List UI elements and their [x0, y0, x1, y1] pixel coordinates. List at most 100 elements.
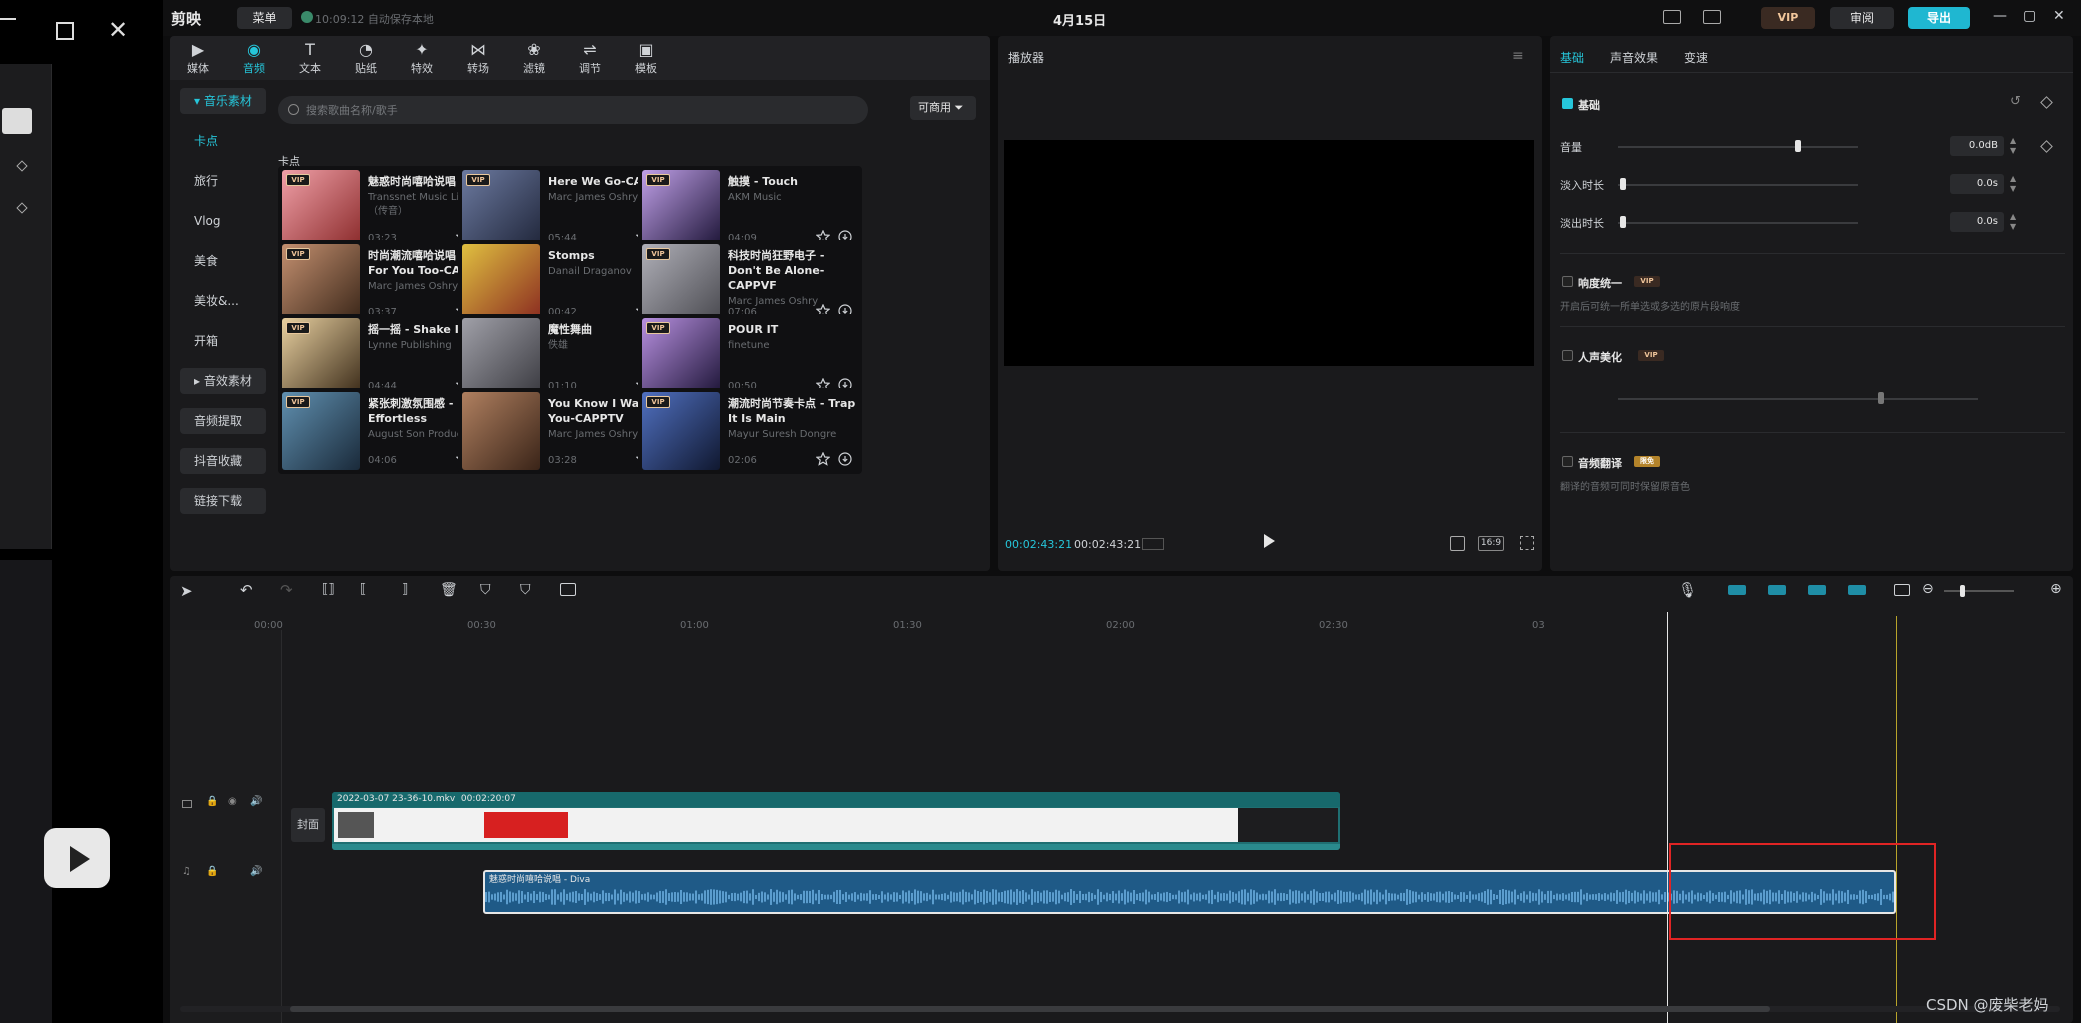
search-input[interactable]: [306, 96, 846, 124]
sidebar-item-music[interactable]: ▾ 音乐素材: [180, 88, 266, 114]
vip-button[interactable]: VIP: [1761, 7, 1815, 29]
redo-icon[interactable]: ↷: [280, 581, 293, 599]
tab-adjust[interactable]: ⇌ 调节: [562, 40, 618, 76]
volume-knob[interactable]: [1795, 140, 1801, 152]
preview-screen[interactable]: [1004, 140, 1534, 366]
trim-right-icon[interactable]: ⟧: [402, 582, 408, 597]
timecode-mode-icon[interactable]: [1142, 538, 1164, 550]
voice-slider[interactable]: [1618, 398, 1978, 400]
review-button[interactable]: 审阅: [1830, 7, 1894, 29]
zoom-out-icon[interactable]: ⊖: [1922, 581, 1934, 597]
tab-basic[interactable]: 基础: [1560, 49, 1584, 66]
minimize-icon[interactable]: [0, 18, 16, 20]
tab-audio[interactable]: ◉ 音频: [226, 40, 282, 76]
zoom-in-icon[interactable]: ⊕: [2050, 581, 2062, 597]
snap-icon[interactable]: [1728, 585, 1746, 595]
export-button[interactable]: 导出: [1908, 7, 1970, 29]
download-icon[interactable]: [838, 452, 852, 466]
sidebar-item-beauty[interactable]: 美妆&...: [180, 288, 266, 314]
sidebar-item-extract[interactable]: 音频提取: [180, 408, 266, 434]
fadein-value[interactable]: 0.0s: [1950, 174, 2004, 194]
video-clip[interactable]: 2022-03-07 23-36-10.mkv 00:02:20:07: [332, 792, 1340, 850]
microphone-icon[interactable]: 🎙: [1678, 581, 1697, 599]
stepper-icon[interactable]: ▲ ▼: [2010, 212, 2016, 232]
sidebar-item-food[interactable]: 美食: [180, 248, 266, 274]
preview-axis-icon[interactable]: [1808, 585, 1826, 595]
select-tool-icon[interactable]: ➤: [180, 582, 193, 600]
fullscreen-icon[interactable]: [1520, 536, 1534, 550]
tab-transition[interactable]: ⋈ 转场: [450, 40, 506, 76]
playhead[interactable]: [1667, 612, 1668, 1023]
fadein-slider[interactable]: [1618, 184, 1858, 186]
music-search[interactable]: [278, 96, 868, 124]
minimize-icon[interactable]: —: [1993, 8, 2007, 24]
cover-button[interactable]: 封面: [291, 808, 325, 842]
scroll-thumb[interactable]: [290, 1006, 1770, 1012]
layout-icon[interactable]: [1703, 10, 1721, 24]
sidebar-item-travel[interactable]: 旅行: [180, 168, 266, 194]
loudness-checkbox[interactable]: [1562, 276, 1573, 287]
zoom-icon[interactable]: [1450, 536, 1465, 551]
tab-template[interactable]: ▣ 模板: [618, 40, 674, 76]
keyframe-icon[interactable]: [2040, 96, 2053, 109]
maximize-icon[interactable]: ▢: [2023, 8, 2036, 24]
favorite-icon[interactable]: [816, 452, 830, 466]
voice-knob[interactable]: [1878, 392, 1884, 404]
tab-media[interactable]: ▶ 媒体: [170, 40, 226, 76]
translate-checkbox[interactable]: [1562, 456, 1573, 467]
volume-slider[interactable]: [1618, 146, 1858, 148]
link-icon[interactable]: [1768, 585, 1786, 595]
speaker-icon[interactable]: 🔊: [250, 796, 262, 807]
tab-effect[interactable]: ✦ 特效: [394, 40, 450, 76]
stepper-icon[interactable]: ▲ ▼: [2010, 174, 2016, 194]
commercial-filter[interactable]: 可商用 ⏷: [910, 96, 976, 120]
trim-left-icon[interactable]: ⟦: [360, 582, 366, 597]
keyframe-icon[interactable]: [16, 202, 28, 214]
split-icon[interactable]: ⟦⟧: [322, 582, 335, 597]
close-icon[interactable]: ✕: [108, 18, 128, 42]
tab-sticker[interactable]: ◔ 贴纸: [338, 40, 394, 76]
menu-icon[interactable]: ≡: [1512, 48, 1524, 64]
track-card[interactable]: VIP 潮流时尚节奏卡点 - Trap It Is Main Mayur Sures…: [638, 388, 862, 474]
marker-icon[interactable]: ⛉: [480, 582, 491, 598]
keyframe-icon[interactable]: [2040, 140, 2053, 153]
volume-value[interactable]: 0.0dB: [1950, 136, 2004, 156]
keyframe-icon[interactable]: [16, 160, 28, 172]
tab-sound-effect[interactable]: 声音效果: [1610, 49, 1658, 66]
delete-icon[interactable]: 🗑: [440, 582, 458, 598]
voice-checkbox[interactable]: [1562, 350, 1573, 361]
lock-icon[interactable]: 🔒: [206, 796, 218, 807]
speaker-icon[interactable]: 🔊: [250, 866, 262, 877]
sidebar-item-douyin[interactable]: 抖音收藏: [180, 448, 266, 474]
basic-checkbox[interactable]: [1562, 98, 1573, 109]
time-ruler[interactable]: 00:00 00:30 01:00 01:30 02:00 02:30 03: [170, 606, 2073, 631]
sidebar-item-kadian[interactable]: 卡点: [180, 128, 266, 154]
shield-icon[interactable]: ⛉: [520, 582, 531, 598]
h-scrollbar[interactable]: [180, 1006, 2060, 1012]
sidebar-item-link[interactable]: 链接下载: [180, 488, 266, 514]
subtitle-icon[interactable]: [1894, 584, 1910, 596]
tab-filter[interactable]: ❀ 滤镜: [506, 40, 562, 76]
stepper-icon[interactable]: ▲ ▼: [2010, 136, 2016, 156]
fadein-knob[interactable]: [1620, 178, 1626, 190]
eye-icon[interactable]: ◉: [228, 796, 237, 807]
lock-icon[interactable]: 🔒: [206, 866, 218, 877]
zoom-knob[interactable]: [1960, 585, 1965, 597]
sidebar-item-unbox[interactable]: 开箱: [180, 328, 266, 354]
sidebar-item-sfx[interactable]: ▸ 音效素材: [180, 368, 266, 394]
freeze-icon[interactable]: [560, 583, 576, 596]
fadeout-knob[interactable]: [1620, 216, 1626, 228]
restore-icon[interactable]: [56, 22, 74, 40]
close-icon[interactable]: ✕: [2053, 8, 2065, 24]
audio-clip[interactable]: 魅惑时尚嘻哈说唱 - Diva: [483, 870, 1896, 914]
fadeout-slider[interactable]: [1618, 222, 1858, 224]
main-track-icon[interactable]: [1848, 585, 1866, 595]
ratio-button[interactable]: 16:9: [1478, 536, 1504, 551]
menu-button[interactable]: 菜单: [237, 7, 292, 29]
sidebar-item-vlog[interactable]: Vlog: [180, 208, 266, 234]
zoom-slider[interactable]: [1944, 590, 2014, 592]
tab-text[interactable]: T 文本: [282, 40, 338, 76]
keyboard-icon[interactable]: [1663, 10, 1681, 24]
tab-speed[interactable]: 变速: [1684, 49, 1708, 66]
play-icon[interactable]: [1264, 534, 1275, 548]
